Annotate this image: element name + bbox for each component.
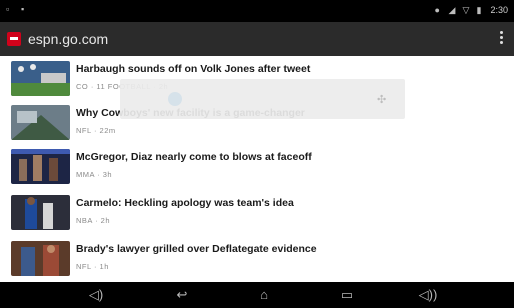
overflow-menu-icon[interactable] — [500, 31, 504, 47]
article-thumbnail[interactable] — [11, 105, 70, 140]
home-icon[interactable]: ⌂ — [252, 287, 276, 303]
notification-icon: ▪ — [21, 4, 25, 14]
signal-icon: ▽ — [462, 4, 470, 15]
article-meta: NBA · 2h — [76, 216, 111, 225]
wifi-icon: ◢ — [448, 4, 456, 15]
battery-icon: ▮ — [476, 4, 482, 15]
notification-icon: ▫ — [6, 4, 10, 14]
status-time: 2:30 — [490, 5, 508, 15]
url-text[interactable]: espn.go.com — [28, 31, 108, 47]
article-headline[interactable]: McGregor, Diaz nearly come to blows at f… — [76, 151, 312, 163]
loading-indicator-icon — [168, 92, 182, 106]
volume-up-icon[interactable]: ◁)) — [416, 287, 440, 303]
navigation-bar: ◁) ↩ ⌂ ▭ ◁)) — [0, 282, 514, 308]
article-thumbnail[interactable] — [11, 61, 70, 96]
article-meta: NFL · 22m — [76, 126, 116, 135]
recent-apps-icon[interactable]: ▭ — [335, 287, 359, 303]
article-headline[interactable]: Brady's lawyer grilled over Deflategate … — [76, 243, 317, 255]
article-thumbnail[interactable] — [11, 149, 70, 184]
article-thumbnail[interactable] — [11, 241, 70, 276]
list-item[interactable]: McGregor, Diaz nearly come to blows at f… — [0, 146, 514, 190]
article-headline[interactable]: Carmelo: Heckling apology was team's ide… — [76, 197, 294, 209]
browser-url-bar[interactable]: espn.go.com — [0, 22, 514, 56]
list-item[interactable]: Carmelo: Heckling apology was team's ide… — [0, 192, 514, 236]
list-item[interactable]: Brady's lawyer grilled over Deflategate … — [0, 238, 514, 282]
article-headline[interactable]: Harbaugh sounds off on Volk Jones after … — [76, 63, 310, 75]
article-thumbnail[interactable] — [11, 195, 70, 230]
volume-down-icon[interactable]: ◁) — [84, 287, 108, 303]
espn-favicon — [7, 32, 21, 46]
media-overlay[interactable]: ✣ — [120, 79, 405, 119]
location-icon: ● — [434, 4, 440, 15]
status-bar: ▫ ▪ ● ◢ ▽ ▮ 2:30 — [0, 0, 514, 22]
fullscreen-icon[interactable]: ✣ — [377, 93, 389, 106]
article-meta: NFL · 1h — [76, 262, 109, 271]
back-icon[interactable]: ↩ — [170, 287, 194, 303]
article-meta: MMA · 3h — [76, 170, 113, 179]
